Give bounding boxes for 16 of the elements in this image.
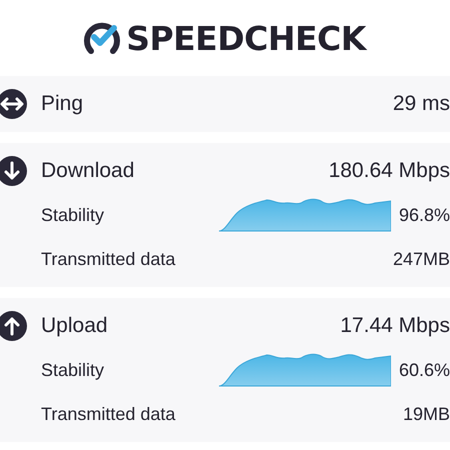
logo-icon [84,20,120,56]
metric-label: Download [41,159,134,183]
metric-value: 17.44 Mbps [340,314,450,338]
detail-label: Stability [41,204,104,226]
metric-value: 29 ms [392,92,450,116]
detail-value: 19MB [402,404,450,424]
metric-value: 180.64 Mbps [328,159,450,183]
brand-name: SPEEDCHECK [126,18,366,58]
metric-label: Ping [41,92,84,116]
detail-label: Transmitted data [41,404,176,424]
detail-label: Transmitted data [41,248,176,270]
detail-label: Stability [41,360,104,380]
detail-value: 96.8% [398,204,450,226]
metric-label: Upload [41,314,108,338]
detail-value: 60.6% [398,360,450,380]
detail-value: 247MB [392,248,450,270]
